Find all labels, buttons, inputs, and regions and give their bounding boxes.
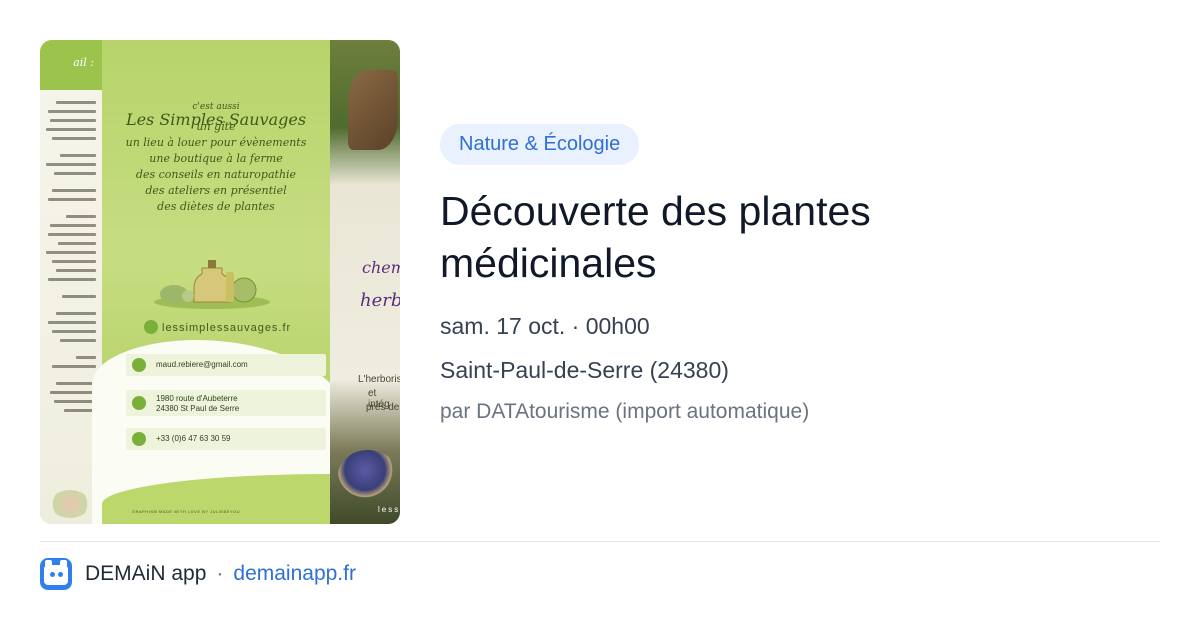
flyer-email: maud.rebiere@gmail.com — [126, 354, 326, 376]
flyer-left-header: ail : — [73, 56, 94, 69]
domain-link[interactable]: demainapp.fr — [233, 562, 356, 586]
footer: DEMAiN app · demainapp.fr — [40, 558, 356, 590]
event-info: Nature & Écologie Découverte des plantes… — [440, 124, 1160, 425]
flyer-line: une boutique à la ferme — [149, 152, 283, 165]
flyer-address: 1980 route d'Aubeterre 24380 St Paul de S… — [126, 390, 326, 416]
flyer-right-text: près de — [366, 402, 400, 413]
flyer-brand: less — [378, 505, 400, 514]
remedy-jars-illustration — [154, 260, 270, 309]
flyer-left-text — [44, 95, 96, 412]
event-image[interactable]: ail : Les Simples Sauvages c'est aussi u… — [40, 40, 400, 524]
event-source: par DATAtourisme (import automatique) — [440, 400, 810, 423]
category-badge[interactable]: Nature & Écologie — [440, 124, 640, 165]
globe-icon — [144, 320, 158, 334]
herb-bowl-photo — [338, 450, 398, 500]
flyer-right-panel: chem herbo L'herboris et intég près de l… — [330, 40, 400, 524]
divider — [40, 541, 1160, 542]
phone-icon — [132, 432, 146, 446]
flyer-credits: GRAPHISM MADE WITH LOVE BY JULIEBEYOU — [132, 509, 240, 514]
event-title[interactable]: Découverte des plantes médicinales — [440, 185, 1060, 289]
flyer-main-panel: Les Simples Sauvages c'est aussi un gîte… — [92, 40, 352, 524]
flower-illustration — [50, 490, 90, 518]
flyer-line: des ateliers en présentiel — [145, 184, 287, 197]
flyer-line: un lieu à louer pour évènements — [125, 136, 307, 149]
event-location: Saint-Paul-de-Serre (24380) — [440, 357, 729, 383]
flyer-line: un gîte — [196, 120, 236, 133]
app-name: DEMAiN app — [85, 562, 207, 585]
flyer-right-heading: chem — [362, 258, 400, 277]
flyer-right-heading: herbo — [360, 290, 400, 311]
event-date: sam. 17 oct. · 00h00 — [440, 313, 650, 339]
location-pin-icon — [132, 396, 146, 410]
flyer-line: des diètes de plantes — [157, 200, 275, 213]
demain-app-icon[interactable] — [40, 558, 72, 590]
flyer-subtitle: c'est aussi — [192, 102, 240, 112]
basket-photo — [348, 70, 398, 150]
flyer-phone: +33 (0)6 47 63 30 59 — [126, 428, 326, 450]
flyer-website: lessimplessauvages.fr — [144, 320, 291, 334]
flyer-line: des conseils en naturopathie — [135, 168, 297, 181]
mail-icon — [132, 358, 146, 372]
flyer-right-text: L'herboris — [358, 374, 400, 385]
separator: · — [216, 562, 224, 585]
